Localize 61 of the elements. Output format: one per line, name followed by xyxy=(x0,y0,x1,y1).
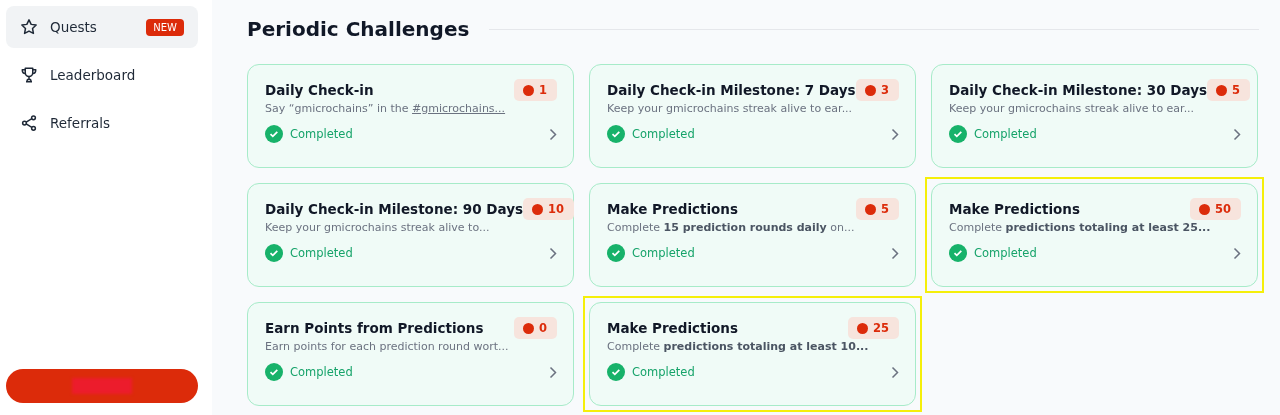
chevron-right-icon[interactable] xyxy=(549,246,557,260)
check-icon xyxy=(607,363,625,381)
action-button[interactable] xyxy=(6,369,198,403)
challenge-card[interactable]: Make Predictions 50 Complete predictions totaling at least 25... Completed xyxy=(925,177,1264,293)
check-icon xyxy=(265,244,283,262)
challenge-description: Keep your gmicrochains streak alive to ear... xyxy=(607,102,854,115)
status-text: Completed xyxy=(974,127,1037,141)
status-text: Completed xyxy=(974,246,1037,260)
points-badge: 10 xyxy=(522,198,574,220)
new-badge: NEW xyxy=(146,18,184,36)
sidebar-item[interactable]: Leaderboard xyxy=(6,54,198,96)
chevron-right-icon[interactable] xyxy=(1233,246,1241,260)
challenge-title: Earn Points from Predictions xyxy=(265,320,484,336)
star-icon xyxy=(20,18,38,36)
status-text: Completed xyxy=(632,246,695,260)
check-icon xyxy=(265,125,283,143)
check-icon xyxy=(607,244,625,262)
points-badge: 5 xyxy=(1206,79,1250,101)
status-text: Completed xyxy=(290,246,353,260)
challenge-title: Make Predictions xyxy=(607,320,739,336)
challenge-card[interactable]: Make Predictions 25 Complete predictions totaling at least 10... Completed xyxy=(583,296,922,412)
check-icon xyxy=(607,125,625,143)
status-text: Completed xyxy=(632,127,695,141)
points-badge: 50 xyxy=(1190,198,1241,220)
challenge-title: Daily Check-in xyxy=(265,82,374,98)
chevron-right-icon[interactable] xyxy=(891,365,899,379)
challenge-description: Keep your gmicrochains streak alive to ear... xyxy=(949,102,1196,115)
check-icon xyxy=(949,244,967,262)
redacted-label xyxy=(72,378,132,394)
challenge-title: Daily Check-in Milestone: 7 Days xyxy=(607,82,856,98)
challenge-description: Complete predictions totaling at least 10... xyxy=(607,340,870,353)
check-icon xyxy=(265,363,283,381)
share-icon xyxy=(20,114,38,132)
challenge-description: Keep your gmicrochains streak alive to... xyxy=(265,221,491,234)
chevron-right-icon[interactable] xyxy=(1233,127,1241,141)
challenge-description: Complete predictions totaling at least 25... xyxy=(949,221,1212,234)
challenge-title: Make Predictions xyxy=(949,201,1081,217)
points-badge: 0 xyxy=(514,317,557,339)
section-title: Periodic Challenges xyxy=(247,17,470,41)
points-badge: 25 xyxy=(848,317,899,339)
status-text: Completed xyxy=(290,127,353,141)
sidebar-item[interactable]: Referrals xyxy=(6,102,198,144)
status-text: Completed xyxy=(632,365,695,379)
status-text: Completed xyxy=(290,365,353,379)
challenge-title: Daily Check-in Milestone: 30 Days xyxy=(949,82,1207,98)
chevron-right-icon[interactable] xyxy=(891,246,899,260)
channel-link[interactable]: #gmicrochains... xyxy=(412,102,506,115)
chevron-right-icon[interactable] xyxy=(891,127,899,141)
check-icon xyxy=(949,125,967,143)
chevron-right-icon[interactable] xyxy=(549,365,557,379)
challenge-title: Make Predictions xyxy=(607,201,739,217)
challenge-description: Complete 15 prediction rounds daily on... xyxy=(607,221,856,234)
chevron-right-icon[interactable] xyxy=(549,127,557,141)
challenge-title: Daily Check-in Milestone: 90 Days xyxy=(265,201,523,217)
challenge-description: Earn points for each prediction round wort... xyxy=(265,340,510,353)
points-badge: 3 xyxy=(856,79,899,101)
trophy-icon xyxy=(20,66,38,84)
sidebar-item[interactable]: Quests NEW xyxy=(6,6,198,48)
points-badge: 1 xyxy=(514,79,557,101)
challenge-description: Say “gmicrochains” in the #gmicrochains... xyxy=(265,102,507,115)
points-badge: 5 xyxy=(856,198,899,220)
